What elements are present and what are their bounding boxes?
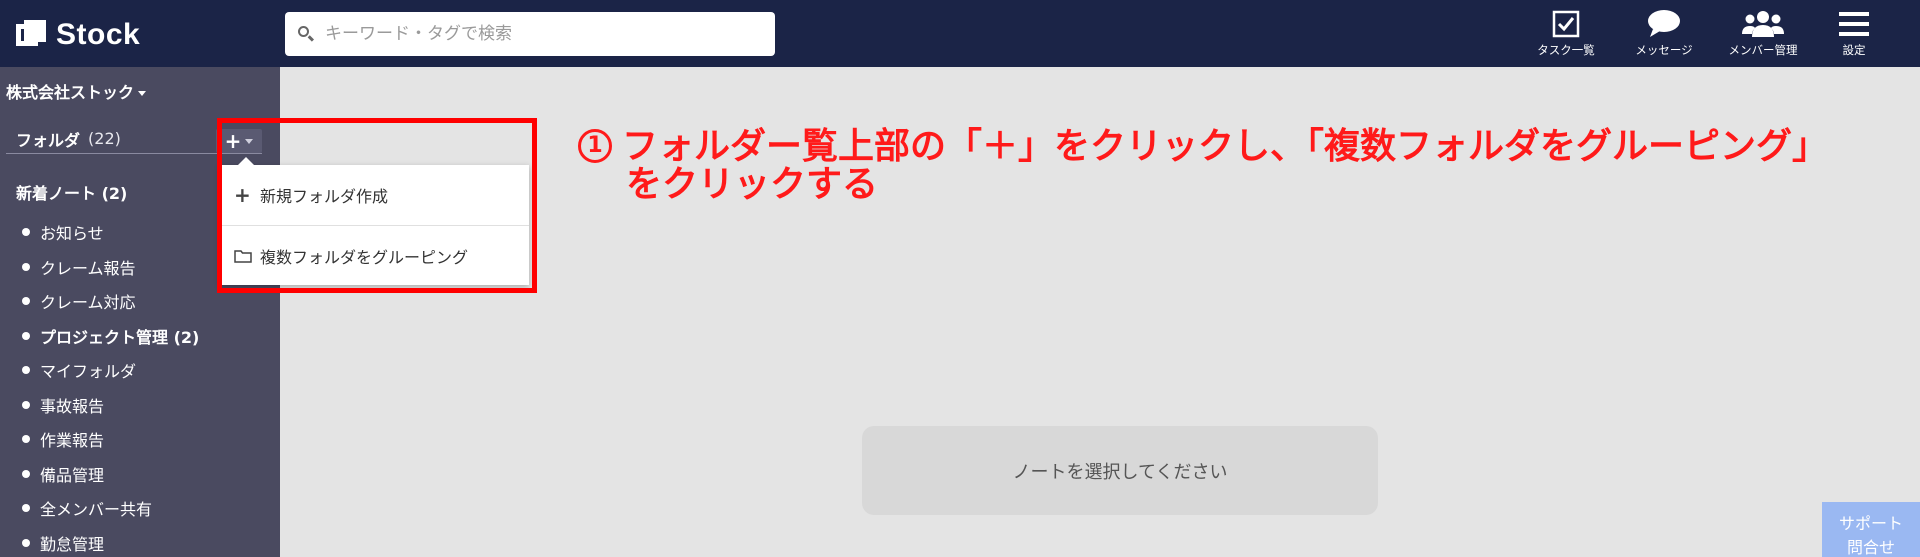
- bullet-icon: [22, 538, 30, 547]
- bullet-icon: [22, 400, 30, 409]
- chat-bubble-icon: [1647, 8, 1681, 40]
- highlight-box: [217, 118, 537, 293]
- bullet-icon: [22, 435, 30, 444]
- company-name: 株式会社ストック: [6, 83, 135, 102]
- bullet-icon: [22, 228, 30, 237]
- bullet-icon: [22, 366, 30, 375]
- folder-item-label: 作業報告: [40, 431, 105, 451]
- folder-item-label: プロジェクト管理 (2): [40, 327, 200, 347]
- folder-item-label: マイフォルダ: [40, 362, 137, 382]
- folder-item-label: 備品管理: [40, 465, 105, 485]
- stock-logo-icon: [16, 20, 46, 50]
- folder-item-label: クレーム対応: [40, 293, 136, 313]
- folder-item-label: お知らせ: [40, 224, 104, 244]
- checkbox-icon: [1552, 8, 1580, 40]
- caret-down-icon: [138, 91, 147, 96]
- folder-item[interactable]: 備品管理: [22, 457, 199, 492]
- support-button[interactable]: サポート 問合せ: [1822, 502, 1920, 557]
- instruction-line-2: をクリックする: [626, 164, 879, 205]
- folder-item[interactable]: クレーム報告: [22, 250, 199, 285]
- step-number: 1: [578, 129, 612, 163]
- folder-count: (22): [88, 129, 121, 148]
- instruction-annotation: 1 フォルダー覧上部の「＋」をクリックし、「複数フォルダをグルーピング」 をクリッ…: [578, 128, 1828, 204]
- folder-item[interactable]: お知らせ: [22, 215, 199, 250]
- bullet-icon: [22, 262, 30, 271]
- top-bar: Stock タスク一覧 メッセージ メンバー管理 設定: [0, 0, 1920, 67]
- folder-item-label: クレーム報告: [40, 258, 136, 278]
- nav-task-list[interactable]: タスク一覧: [1530, 8, 1602, 63]
- nav-task-list-label: タスク一覧: [1537, 43, 1595, 57]
- new-notes-item[interactable]: 新着ノート (2): [16, 180, 127, 204]
- users-icon: [1742, 8, 1784, 40]
- folder-item[interactable]: 事故報告: [22, 388, 199, 423]
- folder-item[interactable]: 全メンバー共有: [22, 491, 199, 526]
- app-logo[interactable]: Stock: [16, 18, 140, 52]
- search-icon: [297, 25, 315, 43]
- nav-settings-label: 設定: [1842, 43, 1866, 57]
- nav-member-management[interactable]: メンバー管理: [1718, 8, 1808, 63]
- bullet-icon: [22, 504, 30, 513]
- nav-member-management-label: メンバー管理: [1728, 43, 1798, 57]
- bullet-icon: [22, 331, 30, 340]
- folder-item[interactable]: 作業報告: [22, 422, 199, 457]
- bullet-icon: [22, 297, 30, 306]
- app-logo-text: Stock: [56, 18, 141, 51]
- folder-item[interactable]: マイフォルダ: [22, 353, 199, 388]
- folder-item[interactable]: 勤怠管理: [22, 526, 199, 557]
- folder-item-label: 事故報告: [40, 396, 105, 416]
- folder-item[interactable]: クレーム対応: [22, 284, 199, 319]
- folder-item-label: 勤怠管理: [40, 534, 105, 554]
- folder-list: お知らせ クレーム報告 クレーム対応 プロジェクト管理 (2) マイフォルダ 事…: [22, 215, 199, 557]
- nav-messages[interactable]: メッセージ: [1624, 8, 1704, 63]
- support-label: サポート 問合せ: [1838, 514, 1903, 557]
- search-box[interactable]: [285, 12, 775, 56]
- instruction-line-1: フォルダー覧上部の「＋」をクリックし、「複数フォルダをグルーピング」: [622, 126, 1829, 167]
- empty-note-placeholder: ノートを選択してください: [862, 426, 1378, 515]
- company-switcher[interactable]: 株式会社ストック: [6, 79, 147, 103]
- nav-settings[interactable]: 設定: [1832, 8, 1876, 63]
- nav-messages-label: メッセージ: [1635, 43, 1693, 57]
- search-input[interactable]: [325, 24, 765, 44]
- folder-title: フォルダ: [16, 130, 81, 150]
- folder-item-label: 全メンバー共有: [40, 500, 153, 520]
- menu-icon: [1839, 8, 1869, 40]
- bullet-icon: [22, 469, 30, 478]
- folder-item[interactable]: プロジェクト管理 (2): [22, 319, 199, 354]
